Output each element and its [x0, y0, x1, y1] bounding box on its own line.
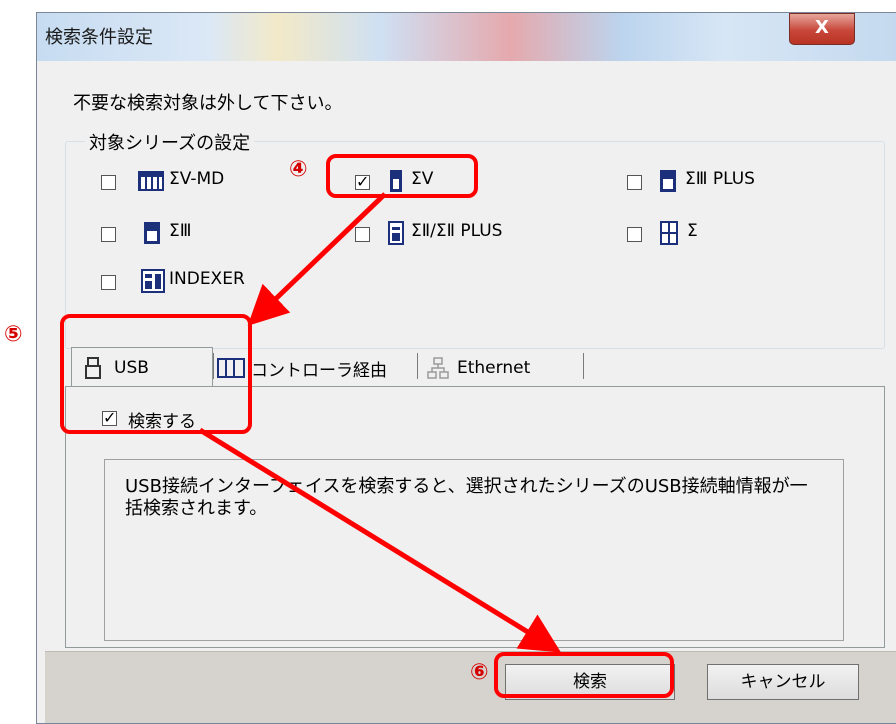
arrow-to-search-button — [198, 427, 562, 653]
arrow-to-usb-tab — [247, 192, 387, 326]
annotation-arrows — [198, 192, 562, 653]
